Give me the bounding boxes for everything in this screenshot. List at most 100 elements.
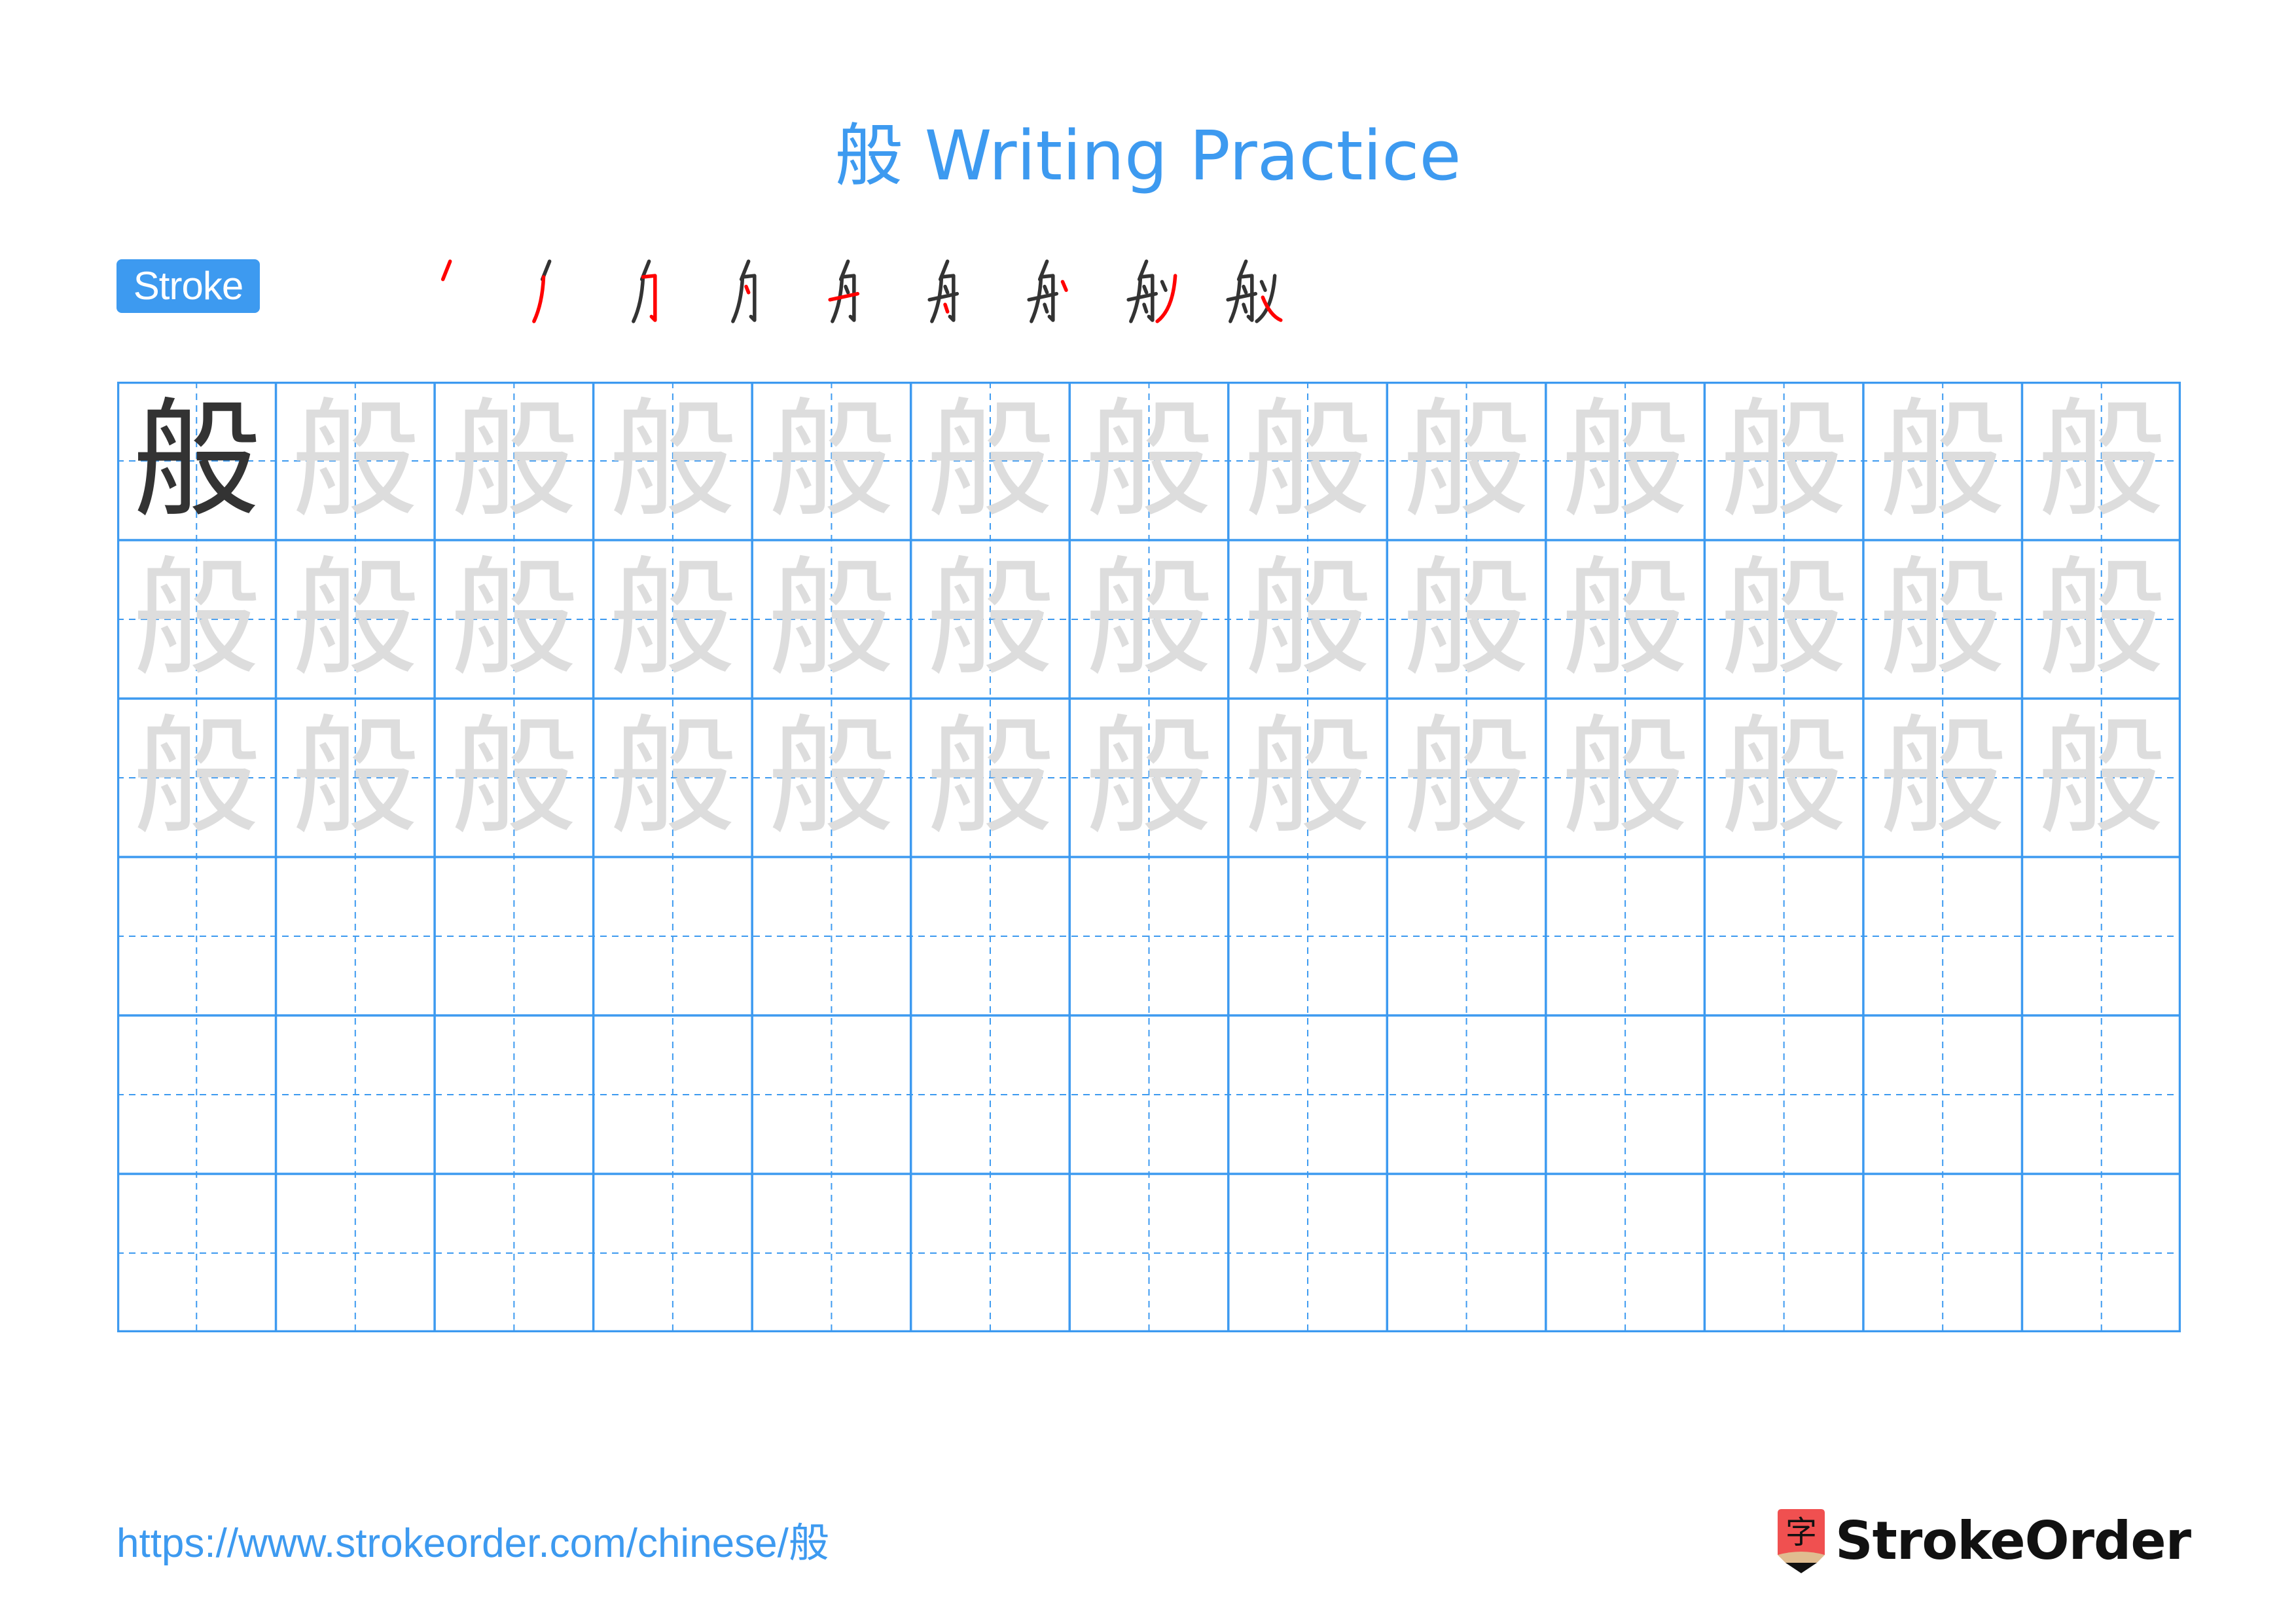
empty-practice-cell[interactable] (276, 1174, 435, 1332)
empty-practice-cell[interactable] (1229, 1174, 1388, 1332)
trace-character-cell[interactable]: 般 (1069, 699, 1229, 857)
footer-url[interactable]: https://www.strokeorder.com/chinese/般 (117, 1518, 829, 1570)
trace-character-cell[interactable]: 般 (1863, 540, 2022, 699)
trace-character-cell[interactable]: 般 (276, 382, 435, 540)
trace-character-cell[interactable]: 般 (1069, 382, 1229, 540)
trace-character-cell[interactable]: 般 (1229, 540, 1388, 699)
trace-character-cell[interactable]: 般 (1704, 699, 1863, 857)
trace-character-cell[interactable]: 般 (276, 540, 435, 699)
trace-character-cell[interactable]: 般 (1229, 382, 1388, 540)
trace-character: 般 (1244, 386, 1372, 536)
trace-character-cell[interactable]: 般 (594, 699, 753, 857)
trace-character-cell[interactable]: 般 (1387, 540, 1546, 699)
trace-character-cell[interactable]: 般 (2022, 540, 2181, 699)
trace-character-cell[interactable]: 般 (752, 699, 911, 857)
trace-character-cell[interactable]: 般 (594, 382, 753, 540)
model-character-cell[interactable]: 般 (117, 382, 276, 540)
empty-practice-cell[interactable] (2022, 1015, 2181, 1174)
empty-practice-cell[interactable] (752, 1015, 911, 1174)
trace-character-cell[interactable]: 般 (1387, 699, 1546, 857)
stroke-3 (641, 274, 657, 322)
trace-character: 般 (767, 386, 896, 536)
trace-character-cell[interactable]: 般 (435, 382, 594, 540)
stroke-step-6 (916, 252, 988, 331)
trace-character-cell[interactable]: 般 (1546, 540, 1705, 699)
trace-character-cell[interactable]: 般 (435, 699, 594, 857)
empty-practice-cell[interactable] (2022, 1174, 2181, 1332)
stroke-2 (532, 275, 546, 323)
empty-practice-cell[interactable] (1387, 1015, 1546, 1174)
empty-practice-cell[interactable] (2022, 857, 2181, 1015)
trace-character-cell[interactable]: 般 (1863, 699, 2022, 857)
stroke-7 (1259, 280, 1267, 292)
trace-character: 般 (291, 545, 420, 694)
trace-character-cell[interactable]: 般 (1704, 382, 1863, 540)
trace-character: 般 (925, 386, 1054, 536)
empty-practice-cell[interactable] (1069, 857, 1229, 1015)
trace-character: 般 (1878, 386, 2007, 536)
empty-practice-cell[interactable] (1704, 857, 1863, 1015)
trace-character-cell[interactable]: 般 (2022, 699, 2181, 857)
empty-practice-cell[interactable] (1546, 1174, 1705, 1332)
empty-practice-cell[interactable] (1863, 1015, 2022, 1174)
stroke-3 (740, 274, 757, 322)
trace-character-cell[interactable]: 般 (117, 540, 276, 699)
trace-character-cell[interactable]: 般 (594, 540, 753, 699)
empty-practice-cell[interactable] (1069, 1174, 1229, 1332)
stroke-4 (943, 284, 950, 295)
empty-practice-cell[interactable] (752, 1174, 911, 1332)
empty-practice-cell[interactable] (435, 1015, 594, 1174)
empty-practice-cell[interactable] (752, 857, 911, 1015)
trace-character-cell[interactable]: 般 (752, 540, 911, 699)
trace-character: 般 (1402, 703, 1531, 852)
trace-character-cell[interactable]: 般 (1863, 382, 2022, 540)
page-title: 般 Writing Practice (0, 110, 2296, 202)
empty-practice-cell[interactable] (911, 1015, 1070, 1174)
trace-character-cell[interactable]: 般 (1069, 540, 1229, 699)
empty-practice-cell[interactable] (1387, 1174, 1546, 1332)
trace-character-cell[interactable]: 般 (1387, 382, 1546, 540)
trace-character-cell[interactable]: 般 (911, 382, 1070, 540)
empty-practice-cell[interactable] (276, 857, 435, 1015)
empty-practice-cell[interactable] (1229, 1015, 1388, 1174)
empty-practice-cell[interactable] (117, 1015, 276, 1174)
empty-practice-cell[interactable] (117, 1174, 276, 1332)
trace-character-cell[interactable]: 般 (1704, 540, 1863, 699)
empty-practice-cell[interactable] (1863, 1174, 2022, 1332)
trace-character-cell[interactable]: 般 (911, 699, 1070, 857)
trace-character-cell[interactable]: 般 (2022, 382, 2181, 540)
empty-practice-cell[interactable] (1387, 857, 1546, 1015)
trace-character: 般 (450, 703, 579, 852)
trace-character: 般 (925, 545, 1054, 694)
empty-practice-cell[interactable] (911, 857, 1070, 1015)
empty-practice-cell[interactable] (1229, 857, 1388, 1015)
stroke-step-9 (1215, 252, 1287, 331)
stroke-4 (1242, 284, 1248, 295)
empty-practice-cell[interactable] (435, 1174, 594, 1332)
empty-practice-cell[interactable] (1863, 857, 2022, 1015)
trace-character: 般 (1085, 703, 1213, 852)
empty-practice-cell[interactable] (1546, 1015, 1705, 1174)
trace-character-cell[interactable]: 般 (1229, 699, 1388, 857)
empty-practice-cell[interactable] (1704, 1174, 1863, 1332)
empty-practice-cell[interactable] (594, 857, 753, 1015)
trace-character-cell[interactable]: 般 (276, 699, 435, 857)
trace-character-cell[interactable]: 般 (1546, 699, 1705, 857)
empty-practice-cell[interactable] (1704, 1015, 1863, 1174)
trace-character-cell[interactable]: 般 (435, 540, 594, 699)
brand-name: StrokeOrder (1835, 1510, 2191, 1571)
empty-practice-cell[interactable] (276, 1015, 435, 1174)
empty-practice-cell[interactable] (117, 857, 276, 1015)
trace-character-cell[interactable]: 般 (911, 540, 1070, 699)
trace-character: 般 (1878, 703, 2007, 852)
trace-character-cell[interactable]: 般 (117, 699, 276, 857)
trace-character: 般 (1561, 703, 1690, 852)
empty-practice-cell[interactable] (1069, 1015, 1229, 1174)
empty-practice-cell[interactable] (594, 1015, 753, 1174)
empty-practice-cell[interactable] (435, 857, 594, 1015)
trace-character-cell[interactable]: 般 (752, 382, 911, 540)
empty-practice-cell[interactable] (594, 1174, 753, 1332)
trace-character-cell[interactable]: 般 (1546, 382, 1705, 540)
empty-practice-cell[interactable] (1546, 857, 1705, 1015)
empty-practice-cell[interactable] (911, 1174, 1070, 1332)
